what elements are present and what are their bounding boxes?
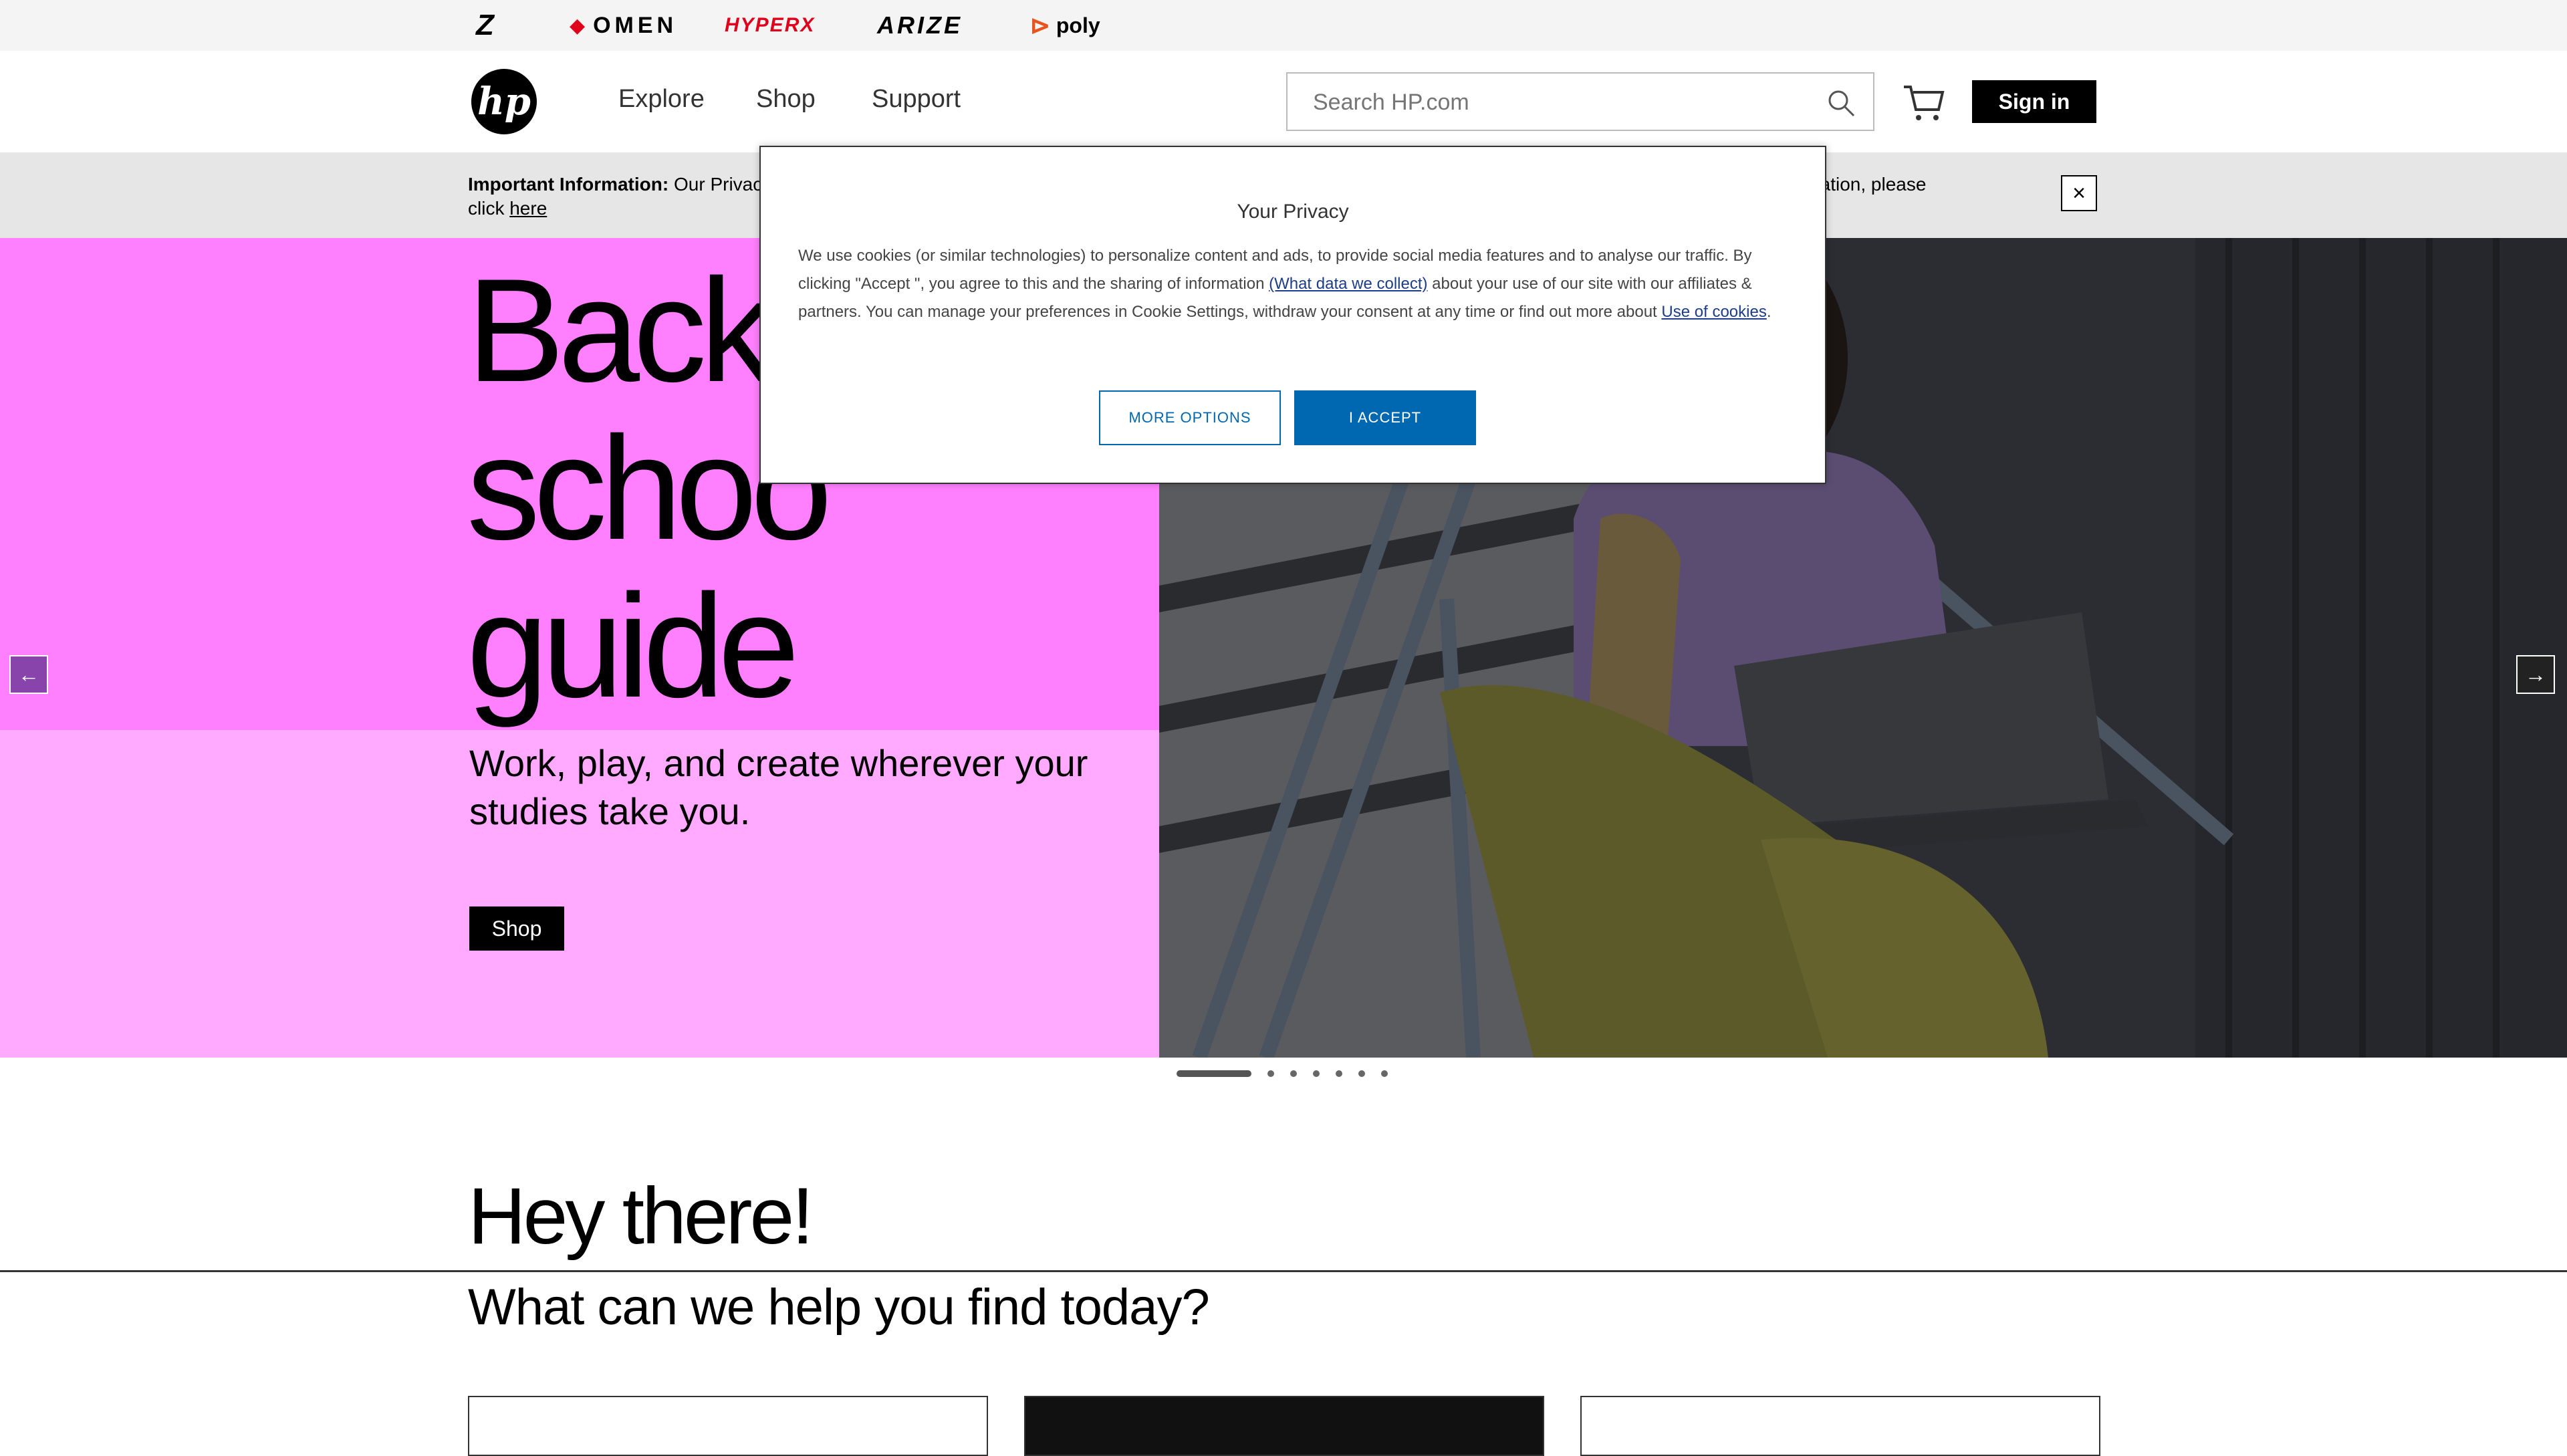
accept-button[interactable]: I ACCEPT <box>1294 390 1476 445</box>
carousel-dot[interactable] <box>1313 1070 1320 1077</box>
brand-z[interactable]: Z <box>476 9 494 41</box>
cookie-text-c: . <box>1766 303 1771 321</box>
arrow-left-icon: ← <box>18 662 39 687</box>
use-of-cookies-link[interactable]: Use of cookies <box>1661 303 1766 321</box>
carousel-dot[interactable] <box>1381 1070 1388 1077</box>
greeting-heading: Hey there! <box>468 1171 814 1261</box>
carousel-next-button[interactable]: → <box>2516 655 2555 694</box>
carousel-dot[interactable] <box>1336 1070 1342 1077</box>
search-box <box>1286 72 1874 131</box>
brand-omen-label: OMEN <box>593 12 678 38</box>
brand-omen[interactable]: ◆ OMEN <box>570 11 677 40</box>
carousel-dot[interactable] <box>1267 1070 1274 1077</box>
cookie-consent-dialog: Your Privacy We use cookies (or similar … <box>759 146 1826 484</box>
brand-poly[interactable]: ⊳ poly <box>1029 11 1100 40</box>
category-card-3[interactable] <box>1580 1396 2100 1456</box>
carousel-dot-active[interactable] <box>1177 1070 1251 1077</box>
more-options-button[interactable]: MORE OPTIONS <box>1099 390 1281 445</box>
notice-click: click <box>468 198 505 219</box>
nav-support[interactable]: Support <box>872 85 961 114</box>
hero-headline-line: guide <box>467 564 800 728</box>
site-header: hp Explore Shop Support Sign in <box>0 51 2567 152</box>
cart-icon[interactable] <box>1903 83 1945 123</box>
help-question-heading: What can we help you find today? <box>468 1279 1210 1336</box>
nav-shop[interactable]: Shop <box>756 85 816 114</box>
search-icon[interactable] <box>1825 87 1857 119</box>
what-data-link[interactable]: (What data we collect) <box>1269 275 1427 293</box>
cookie-title: Your Privacy <box>1237 201 1349 223</box>
notice-bold: Important Information: <box>468 174 669 195</box>
carousel-pagination <box>1177 1070 1388 1078</box>
notice-here-link[interactable]: here <box>509 198 547 219</box>
notice-close-button[interactable]: × <box>2061 175 2097 211</box>
section-divider <box>0 1270 2567 1272</box>
omen-diamond-icon: ◆ <box>570 14 590 37</box>
carousel-dot[interactable] <box>1290 1070 1297 1077</box>
carousel-dot[interactable] <box>1358 1070 1365 1077</box>
arrow-right-icon: → <box>2525 662 2546 687</box>
brand-arize[interactable]: ARIZE <box>877 11 963 40</box>
nav-explore[interactable]: Explore <box>618 85 705 114</box>
hero-shop-button[interactable]: Shop <box>469 906 564 951</box>
category-card-1[interactable] <box>468 1396 988 1456</box>
brand-bar: Z ◆ OMEN HYPERX ARIZE ⊳ poly <box>0 0 2567 51</box>
cookie-text: We use cookies (or similar technologies)… <box>798 242 1794 326</box>
carousel-prev-button[interactable]: ← <box>9 655 48 694</box>
brand-hyperx[interactable]: HYPERX <box>725 11 815 40</box>
poly-logo-icon: ⊳ <box>1029 11 1051 40</box>
sign-in-button[interactable]: Sign in <box>1972 80 2096 123</box>
hp-logo[interactable]: hp <box>471 69 537 134</box>
brand-poly-label: poly <box>1056 13 1100 37</box>
search-input[interactable] <box>1312 87 1782 118</box>
hero-subtitle: Work, play, and create wherever your stu… <box>469 742 1088 832</box>
notice-text-start: Our Privac <box>673 174 763 195</box>
close-icon: × <box>2072 180 2086 206</box>
category-card-2[interactable] <box>1024 1396 1544 1456</box>
